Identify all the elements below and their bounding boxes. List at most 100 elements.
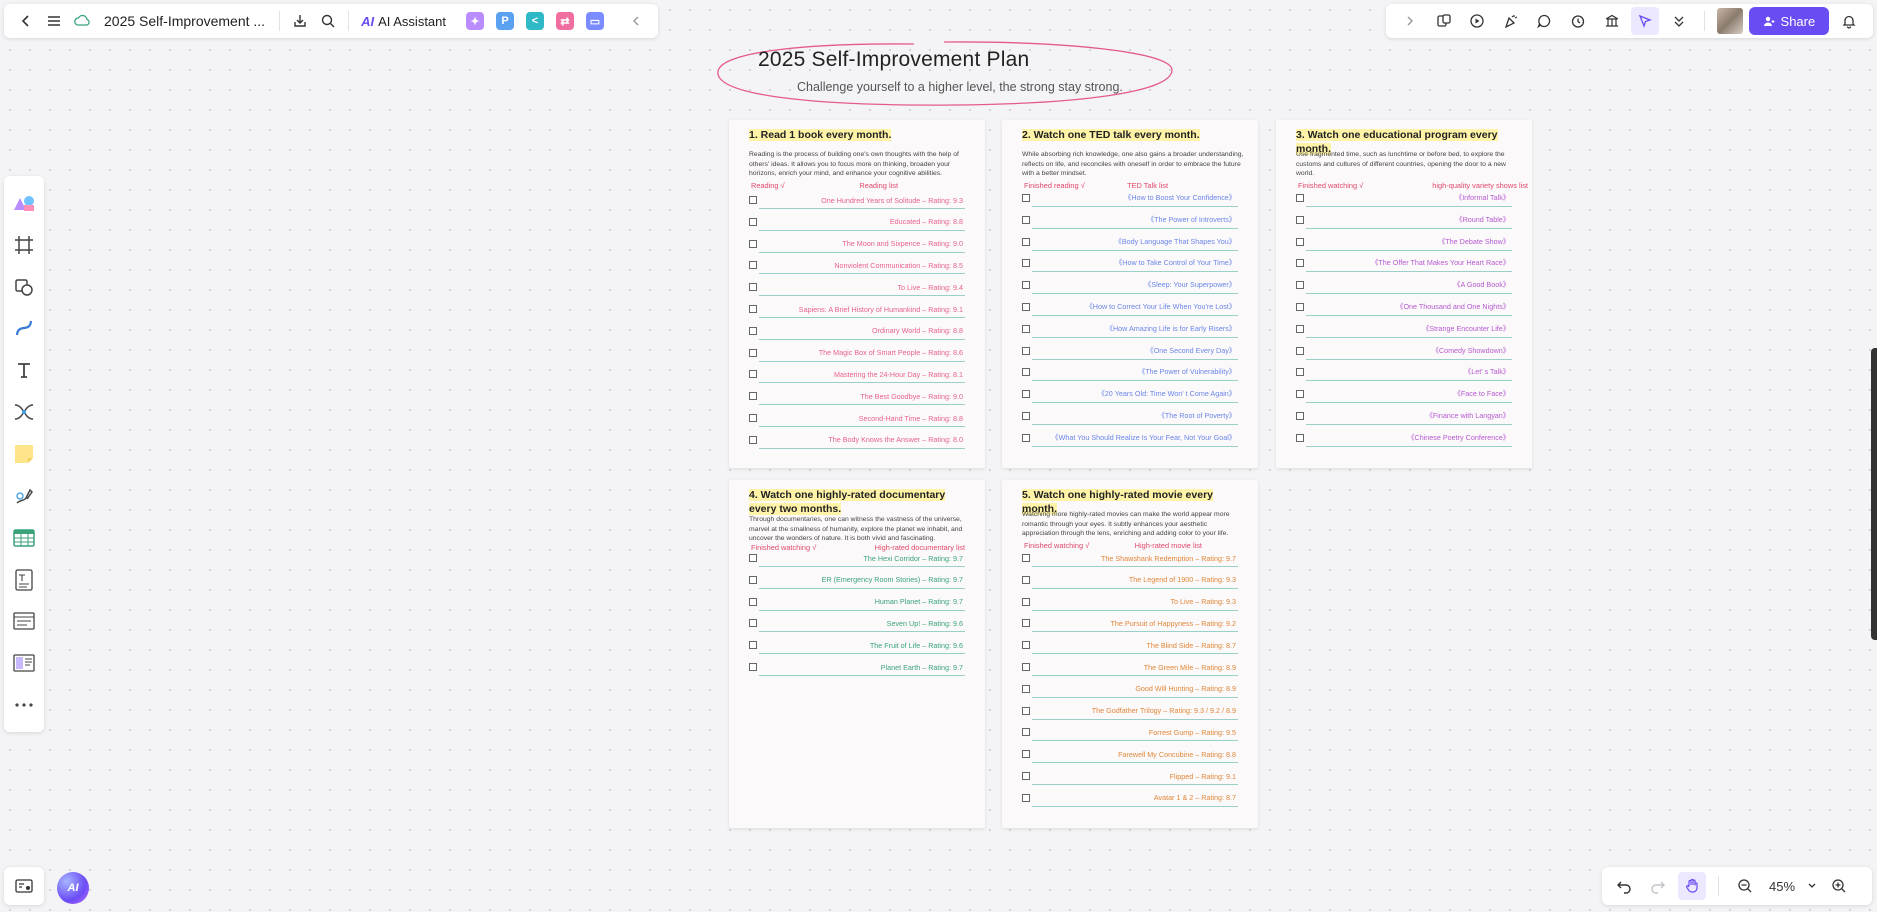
zoom-level[interactable]: 45% bbox=[1769, 879, 1795, 894]
item-checkbox[interactable] bbox=[749, 641, 757, 650]
history-icon[interactable] bbox=[1564, 7, 1592, 35]
item-checkbox[interactable] bbox=[1022, 259, 1030, 268]
presentation-icon[interactable]: P bbox=[496, 12, 514, 30]
item-checkbox[interactable] bbox=[1022, 324, 1030, 333]
library-icon[interactable] bbox=[1598, 7, 1626, 35]
plan-card[interactable]: 3. Watch one educational program every m… bbox=[1276, 120, 1532, 468]
present-icon[interactable] bbox=[1463, 7, 1491, 35]
redo-icon[interactable] bbox=[1644, 872, 1672, 900]
item-checkbox[interactable] bbox=[749, 348, 757, 357]
text-card-icon[interactable] bbox=[9, 565, 39, 595]
item-checkbox[interactable] bbox=[749, 370, 757, 379]
item-checkbox[interactable] bbox=[1022, 793, 1030, 802]
select-cursor-icon[interactable] bbox=[1631, 7, 1660, 35]
collapse-icon[interactable] bbox=[622, 7, 650, 35]
item-checkbox[interactable] bbox=[1022, 750, 1030, 759]
item-checkbox[interactable] bbox=[1022, 575, 1030, 584]
image-ai-icon[interactable]: ✦ bbox=[466, 12, 484, 30]
item-checkbox[interactable] bbox=[749, 554, 757, 562]
pen-curve-icon[interactable] bbox=[9, 313, 39, 343]
item-checkbox[interactable] bbox=[1296, 433, 1304, 442]
item-checkbox[interactable] bbox=[1296, 346, 1304, 355]
page-title[interactable]: 2025 Self-Improvement Plan bbox=[758, 48, 1029, 72]
item-checkbox[interactable] bbox=[1296, 412, 1304, 420]
ai-shapes-icon[interactable] bbox=[9, 188, 39, 218]
zoom-out-icon[interactable] bbox=[1731, 872, 1759, 900]
expand-icon[interactable] bbox=[1396, 7, 1424, 35]
plan-card[interactable]: 1. Read 1 book every month. Reading is th… bbox=[729, 120, 985, 468]
document-title[interactable]: 2025 Self-Improvement ... bbox=[104, 13, 265, 29]
item-checkbox[interactable] bbox=[1022, 772, 1030, 780]
comment-icon[interactable] bbox=[1530, 7, 1558, 35]
item-checkbox[interactable] bbox=[1022, 215, 1030, 224]
more-icon[interactable] bbox=[9, 690, 39, 720]
item-checkbox[interactable] bbox=[749, 326, 757, 335]
item-checkbox[interactable] bbox=[749, 261, 757, 270]
item-checkbox[interactable] bbox=[749, 663, 757, 671]
notification-bell-icon[interactable] bbox=[1835, 7, 1863, 35]
item-checkbox[interactable] bbox=[1022, 346, 1030, 355]
item-checkbox[interactable] bbox=[1296, 281, 1304, 290]
item-checkbox[interactable] bbox=[1296, 368, 1304, 377]
item-checkbox[interactable] bbox=[1296, 194, 1304, 202]
item-checkbox[interactable] bbox=[1296, 215, 1304, 224]
item-checkbox[interactable] bbox=[1022, 412, 1030, 420]
item-checkbox[interactable] bbox=[749, 217, 757, 226]
share-button[interactable]: Share bbox=[1748, 7, 1830, 35]
item-checkbox[interactable] bbox=[1022, 281, 1030, 290]
celebrate-icon[interactable] bbox=[1497, 7, 1525, 35]
item-checkbox[interactable] bbox=[1296, 390, 1304, 399]
item-checkbox[interactable] bbox=[749, 435, 757, 444]
item-checkbox[interactable] bbox=[1022, 663, 1030, 671]
item-checkbox[interactable] bbox=[749, 196, 757, 204]
item-checkbox[interactable] bbox=[1022, 194, 1030, 202]
item-checkbox[interactable] bbox=[1022, 597, 1030, 606]
layout-template-icon[interactable] bbox=[9, 648, 39, 678]
item-checkbox[interactable] bbox=[1022, 390, 1030, 399]
item-checkbox[interactable] bbox=[749, 619, 757, 628]
item-checkbox[interactable] bbox=[1296, 237, 1304, 246]
item-checkbox[interactable] bbox=[1296, 259, 1304, 268]
item-checkbox[interactable] bbox=[1296, 324, 1304, 333]
ai-orb-button[interactable]: AI bbox=[57, 872, 89, 904]
table-icon[interactable] bbox=[9, 523, 39, 553]
chat-icon[interactable]: ▭ bbox=[586, 12, 604, 30]
item-checkbox[interactable] bbox=[1022, 433, 1030, 442]
item-checkbox[interactable] bbox=[1022, 728, 1030, 737]
connector-icon[interactable] bbox=[9, 397, 39, 427]
item-checkbox[interactable] bbox=[749, 305, 757, 313]
item-checkbox[interactable] bbox=[1022, 706, 1030, 715]
more-down-icon[interactable] bbox=[1665, 7, 1693, 35]
item-checkbox[interactable] bbox=[749, 283, 757, 292]
shapes-icon[interactable] bbox=[9, 272, 39, 302]
right-panel-handle[interactable] bbox=[1871, 348, 1877, 640]
avatar[interactable] bbox=[1716, 8, 1743, 34]
item-checkbox[interactable] bbox=[1022, 684, 1030, 693]
eraser-pen-icon[interactable] bbox=[9, 481, 39, 511]
mindmap-icon[interactable]: < bbox=[526, 12, 544, 30]
item-checkbox[interactable] bbox=[1296, 303, 1304, 311]
hand-pan-icon[interactable] bbox=[1678, 872, 1706, 900]
minimap-toggle[interactable] bbox=[4, 867, 44, 905]
ai-assistant-button[interactable]: AI AI Assistant bbox=[361, 14, 446, 29]
item-checkbox[interactable] bbox=[1022, 641, 1030, 650]
plan-card[interactable]: 2. Watch one TED talk every month. While … bbox=[1002, 120, 1258, 468]
list-block-icon[interactable] bbox=[9, 606, 39, 636]
back-icon[interactable] bbox=[12, 7, 40, 35]
zoom-dropdown-icon[interactable] bbox=[1805, 872, 1819, 900]
item-checkbox[interactable] bbox=[749, 239, 757, 248]
item-checkbox[interactable] bbox=[1022, 619, 1030, 628]
zoom-in-icon[interactable] bbox=[1825, 872, 1853, 900]
undo-icon[interactable] bbox=[1610, 872, 1638, 900]
sticky-note-icon[interactable] bbox=[9, 439, 39, 469]
menu-icon[interactable] bbox=[40, 7, 68, 35]
item-checkbox[interactable] bbox=[1022, 303, 1030, 311]
plan-card[interactable]: 4. Watch one highly-rated documentary ev… bbox=[729, 480, 985, 828]
page-subtitle[interactable]: Challenge yourself to a higher level, th… bbox=[797, 80, 1123, 94]
plan-card[interactable]: 5. Watch one highly-rated movie every mo… bbox=[1002, 480, 1258, 828]
item-checkbox[interactable] bbox=[1022, 368, 1030, 377]
item-checkbox[interactable] bbox=[1022, 554, 1030, 562]
search-icon[interactable] bbox=[314, 7, 342, 35]
frame-icon[interactable] bbox=[9, 230, 39, 260]
download-icon[interactable] bbox=[286, 7, 314, 35]
